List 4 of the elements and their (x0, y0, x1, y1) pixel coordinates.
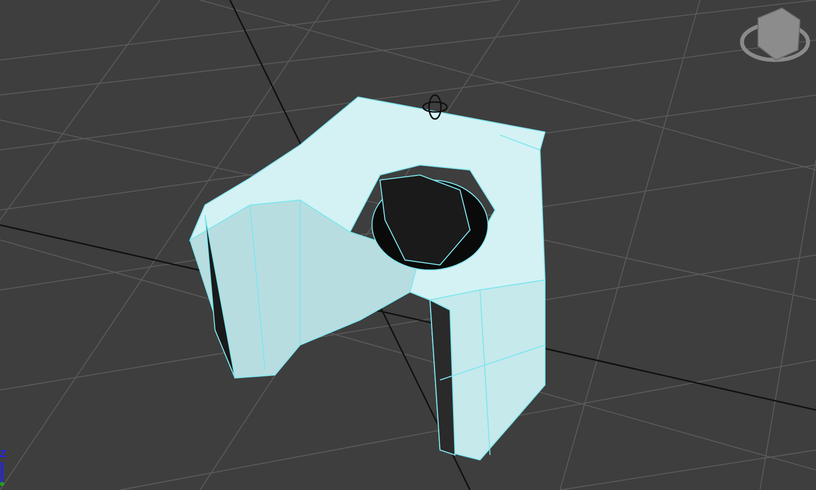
axis-label: Z (0, 448, 6, 462)
axis-tripod-drawing (0, 462, 4, 486)
viewcube-drawing (740, 7, 810, 62)
pivot-icon (422, 94, 448, 120)
